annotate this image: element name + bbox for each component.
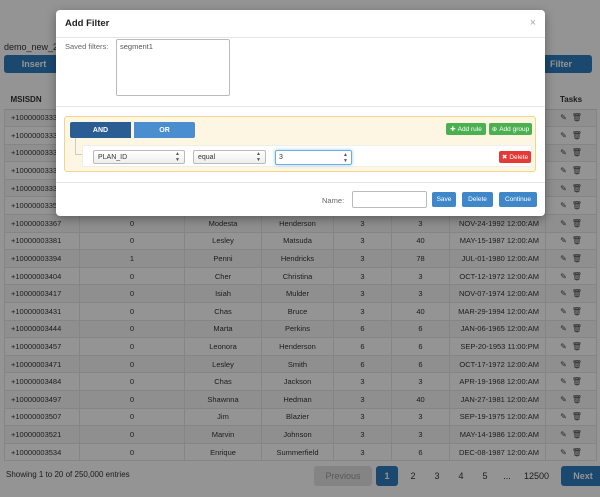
rule-row: PLAN_ID ▲ ▼ equal ▲ ▼ 3 ▲ ▼ ✖ Delete <box>82 145 532 167</box>
delete-rule-button[interactable]: ✖ Delete <box>499 151 531 163</box>
or-condition-button[interactable]: OR <box>134 122 195 138</box>
continue-button[interactable]: Continue <box>499 192 537 207</box>
select-arrows-icon: ▲ ▼ <box>175 151 180 163</box>
query-builder-group: AND OR ✚ Add rule ⊕ Add group PLAN_ID ▲ ▼… <box>64 116 536 172</box>
add-filter-modal: Add Filter × Saved filters: segment1 AND… <box>56 10 545 216</box>
value-input-text: 3 <box>279 154 283 161</box>
select-arrows-icon: ▲ ▼ <box>256 151 261 163</box>
spinner-arrows-icon[interactable]: ▲ ▼ <box>343 152 348 164</box>
divider <box>56 182 545 183</box>
name-input[interactable] <box>352 191 427 208</box>
plus-circle-icon: ⊕ <box>491 126 498 133</box>
add-rule-button[interactable]: ✚ Add rule <box>446 123 486 135</box>
divider <box>56 37 545 38</box>
close-icon: ✖ <box>501 154 508 161</box>
save-button[interactable]: Save <box>432 192 456 207</box>
operator-select-value: equal <box>198 153 216 161</box>
field-select-value: PLAN_ID <box>98 153 128 161</box>
add-group-button[interactable]: ⊕ Add group <box>489 123 532 135</box>
close-icon[interactable]: × <box>530 17 536 29</box>
add-group-label: Add group <box>499 125 530 133</box>
delete-rule-label: Delete <box>509 153 529 161</box>
saved-filters-label: Saved filters: <box>65 42 109 51</box>
plus-icon: ✚ <box>450 126 456 133</box>
value-input[interactable]: 3 ▲ ▼ <box>275 150 352 165</box>
divider <box>56 106 545 107</box>
operator-select[interactable]: equal ▲ ▼ <box>193 150 266 164</box>
name-label: Name: <box>322 196 345 205</box>
delete-button[interactable]: Delete <box>462 192 493 207</box>
saved-filters-list[interactable]: segment1 <box>116 39 230 96</box>
field-select[interactable]: PLAN_ID ▲ ▼ <box>93 150 185 164</box>
add-rule-label: Add rule <box>457 125 482 133</box>
modal-title: Add Filter <box>65 18 110 29</box>
and-condition-button[interactable]: AND <box>70 122 131 138</box>
saved-filter-item[interactable]: segment1 <box>120 42 226 51</box>
